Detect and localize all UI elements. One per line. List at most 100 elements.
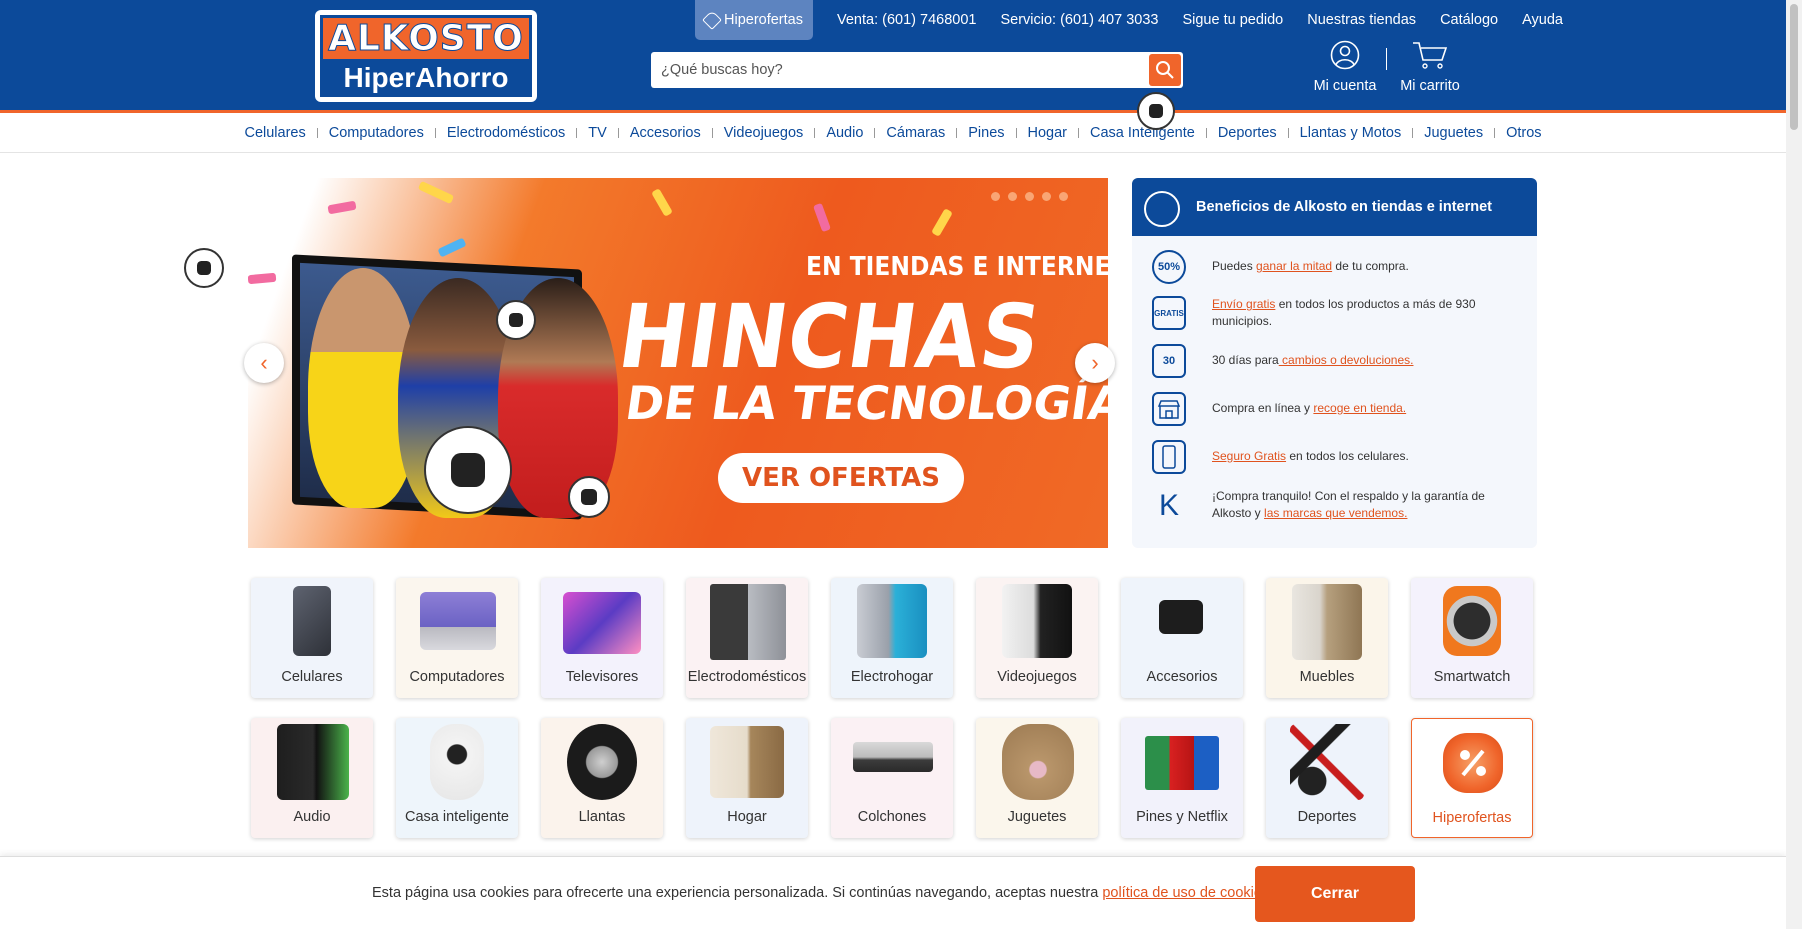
banner-subtitle: EN TIENDAS E INTERNET [806, 252, 1108, 282]
nav-videojuegos[interactable]: Videojuegos [724, 125, 804, 141]
carousel-dot[interactable] [1042, 192, 1051, 201]
category-label: Televisores [565, 669, 639, 685]
nav-audio[interactable]: Audio [826, 125, 863, 141]
cookie-message: Esta página usa cookies para ofrecerte u… [372, 885, 1273, 901]
confetti-decoration [651, 188, 673, 217]
benefit-text-part: Puedes [1212, 259, 1257, 273]
servicio-phone-link[interactable]: Servicio: (601) 407 3033 [1000, 12, 1158, 28]
benefit-text-part: de tu compra. [1332, 259, 1409, 273]
carousel-dot[interactable] [1008, 192, 1017, 201]
category-tile-accesorios[interactable]: Accesorios [1121, 578, 1243, 698]
track-order-link[interactable]: Sigue tu pedido [1182, 12, 1283, 28]
tag-icon [702, 10, 722, 30]
category-tile-muebles[interactable]: Muebles [1266, 578, 1388, 698]
logo-tagline: HiperAhorro [320, 59, 532, 97]
k-logo-icon: K [1158, 489, 1179, 522]
nav-casa-inteligente[interactable]: Casa Inteligente [1090, 125, 1195, 141]
cookie-policy-link[interactable]: política de uso de cookies [1102, 885, 1269, 901]
category-tile-deportes[interactable]: Deportes [1266, 718, 1388, 838]
logo-wordmark: ALKOSTO [320, 15, 532, 60]
return-box-icon: 30 [1152, 344, 1186, 378]
category-tile-colchones[interactable]: Colchones [831, 718, 953, 838]
benefit-text: Seguro Gratis en todos los celulares. [1212, 448, 1512, 465]
venta-phone-link[interactable]: Venta: (601) 7468001 [837, 12, 976, 28]
percent-icon [1460, 749, 1486, 777]
hiperofertas-link[interactable]: Hiperofertas [695, 0, 813, 40]
nav-celulares[interactable]: Celulares [244, 125, 305, 141]
site-header: ALKOSTO HiperAhorro Hiperofertas Venta: … [0, 0, 1786, 113]
furniture-product-image [1292, 584, 1362, 660]
category-label: Accesorios [1146, 669, 1218, 685]
page-scrollbar[interactable] [1786, 0, 1802, 929]
nav-separator [814, 127, 816, 138]
soccer-ball-image [568, 476, 610, 518]
benefit-link[interactable]: Envío gratis [1212, 297, 1275, 311]
category-tile-celulares[interactable]: Celulares [251, 578, 373, 698]
nav-camaras[interactable]: Cámaras [886, 125, 945, 141]
carousel-dot[interactable] [991, 192, 1000, 201]
carousel-dot[interactable] [1025, 192, 1034, 201]
category-tile-smartwatch[interactable]: Smartwatch [1411, 578, 1533, 698]
nav-electrodomesticos[interactable]: Electrodomésticos [447, 125, 565, 141]
hero-banner[interactable]: EN TIENDAS E INTERNET HINCHAS DE LA TECN… [248, 178, 1108, 548]
benefits-title: Beneficios de Alkosto en tiendas e inter… [1196, 199, 1492, 215]
percent-badge-icon [1443, 733, 1503, 793]
category-tile-computadores[interactable]: Computadores [396, 578, 518, 698]
category-tile-casa-inteligente[interactable]: Casa inteligente [396, 718, 518, 838]
category-tile-llantas[interactable]: Llantas [541, 718, 663, 838]
benefit-link[interactable]: las marcas que vendemos. [1264, 506, 1407, 520]
category-tile-pines-netflix[interactable]: Pines y Netflix [1121, 718, 1243, 838]
benefit-link[interactable]: ganar la mitad [1256, 259, 1332, 273]
category-tile-videojuegos[interactable]: Videojuegos [976, 578, 1098, 698]
carousel-dot[interactable] [1059, 192, 1068, 201]
nav-juguetes[interactable]: Juguetes [1424, 125, 1483, 141]
category-label: Hogar [727, 809, 767, 825]
benefit-item: K ¡Compra tranquilo! Con el respaldo y l… [1132, 482, 1537, 530]
carousel-prev-button[interactable]: ‹ [244, 343, 284, 383]
alkosto-logo[interactable]: ALKOSTO HiperAhorro [315, 10, 537, 102]
carousel-next-button[interactable]: › [1075, 343, 1115, 383]
account-button[interactable]: Mi cuenta [1310, 40, 1380, 94]
close-cookie-button[interactable]: Cerrar [1255, 866, 1415, 922]
benefit-link[interactable]: cambios o devoluciones. [1279, 353, 1413, 367]
help-link[interactable]: Ayuda [1522, 12, 1563, 28]
category-tile-hogar[interactable]: Hogar [686, 718, 808, 838]
benefits-panel: Beneficios de Alkosto en tiendas e inter… [1132, 178, 1537, 548]
benefit-item: Compra en línea y recoge en tienda. [1132, 386, 1537, 432]
soccer-ball-image [424, 426, 512, 514]
nav-otros[interactable]: Otros [1506, 125, 1541, 141]
nav-computadores[interactable]: Computadores [329, 125, 424, 141]
ver-ofertas-button[interactable]: VER OFERTAS [718, 453, 964, 503]
scrollbar-thumb[interactable] [1790, 4, 1798, 130]
benefit-item: 30 30 días para cambios o devoluciones. [1132, 338, 1537, 384]
nav-pines[interactable]: Pines [968, 125, 1004, 141]
blender-iron-product-image [857, 584, 927, 658]
phone-insurance-icon [1152, 440, 1186, 474]
benefit-link[interactable]: recoge en tienda. [1313, 401, 1406, 415]
nav-llantas-motos[interactable]: Llantas y Motos [1300, 125, 1402, 141]
catalog-link[interactable]: Catálogo [1440, 12, 1498, 28]
benefit-text: Compra en línea y recoge en tienda. [1212, 400, 1512, 417]
category-label: Pines y Netflix [1136, 809, 1228, 825]
category-tile-electrohogar[interactable]: Electrohogar [831, 578, 953, 698]
charger-product-image [1159, 600, 1203, 634]
nav-separator [316, 127, 318, 138]
benefit-item: GRATIS Envío gratis en todos los product… [1132, 290, 1537, 336]
category-tile-televisores[interactable]: Televisores [541, 578, 663, 698]
benefit-text: Puedes ganar la mitad de tu compra. [1212, 258, 1512, 275]
category-nav: Celulares Computadores Electrodomésticos… [0, 113, 1786, 153]
stores-link[interactable]: Nuestras tiendas [1307, 12, 1416, 28]
category-tile-hiperofertas[interactable]: Hiperofertas [1411, 718, 1533, 838]
nav-hogar[interactable]: Hogar [1028, 125, 1068, 141]
benefit-link[interactable]: Seguro Gratis [1212, 449, 1286, 463]
category-tile-electrodomesticos[interactable]: Electrodomésticos [686, 578, 808, 698]
thumbs-up-badge-icon [1144, 191, 1180, 227]
nav-accesorios[interactable]: Accesorios [630, 125, 701, 141]
category-tile-juguetes[interactable]: Juguetes [976, 718, 1098, 838]
nav-tv[interactable]: TV [588, 125, 607, 141]
category-tile-audio[interactable]: Audio [251, 718, 373, 838]
cart-button[interactable]: Mi carrito [1395, 40, 1465, 94]
search-input[interactable] [651, 52, 1146, 88]
nav-deportes[interactable]: Deportes [1218, 125, 1277, 141]
search-button[interactable] [1149, 54, 1181, 86]
